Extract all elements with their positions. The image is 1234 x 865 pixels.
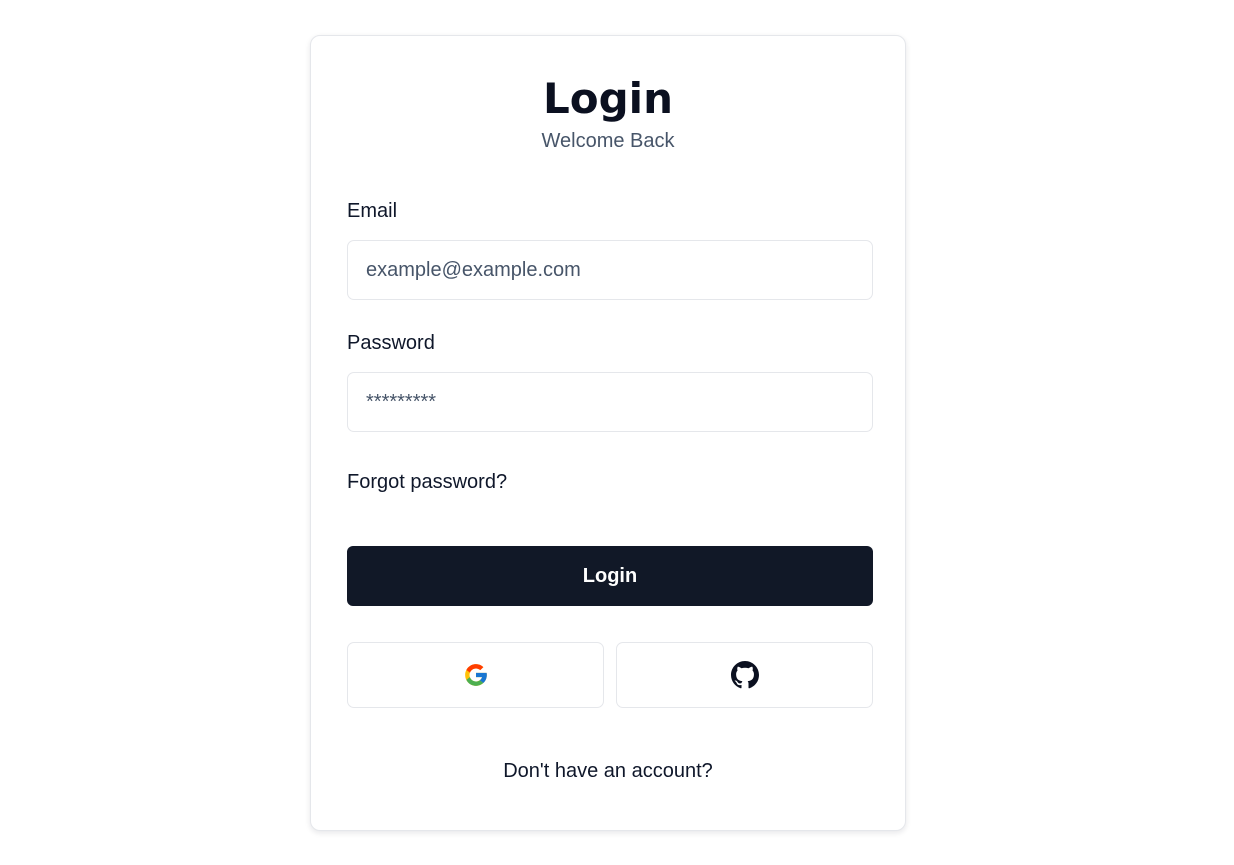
email-field[interactable]: [348, 241, 872, 299]
email-label: Email: [347, 200, 398, 222]
login-button[interactable]: Login: [347, 546, 873, 606]
google-icon: [462, 661, 490, 689]
github-icon: [730, 661, 759, 689]
password-field[interactable]: [348, 373, 872, 431]
card-header: Login Welcome Back: [311, 72, 905, 154]
password-field-wrapper: [347, 372, 873, 432]
login-card: Login Welcome Back Email Password Forgot…: [310, 35, 906, 831]
password-label: Password: [347, 332, 435, 354]
forgot-password-link[interactable]: Forgot password?: [347, 470, 507, 494]
signup-prompt-link[interactable]: Don't have an account?: [311, 758, 905, 784]
google-login-button[interactable]: [347, 642, 604, 708]
email-field-wrapper: [347, 240, 873, 300]
page-title: Login: [543, 74, 673, 123]
github-login-button[interactable]: [616, 642, 873, 708]
page-subtitle: Welcome Back: [541, 130, 675, 152]
